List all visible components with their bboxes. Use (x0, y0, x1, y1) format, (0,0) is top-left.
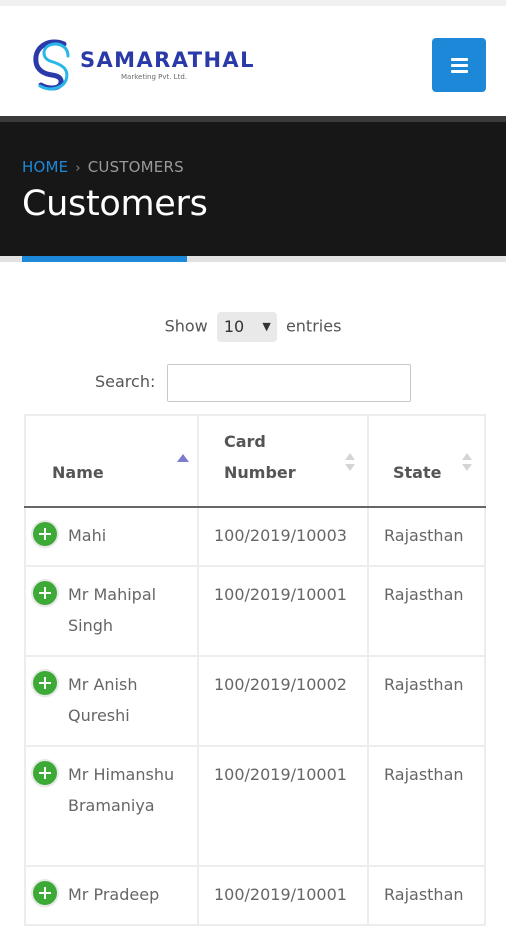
expand-row-plus-icon[interactable] (33, 581, 57, 605)
breadcrumb: HOME › CUSTOMERS (22, 158, 184, 176)
logo-mark-icon (33, 39, 70, 91)
cell-name: Mahi (24, 506, 199, 567)
table-row: Mahi 100/2019/10003 Rajasthan (24, 506, 486, 567)
cell-name: Mr Himanshu Bramaniya (24, 745, 199, 867)
table-row: Mr Mahipal Singh 100/2019/10001 Rajastha… (24, 565, 486, 657)
cell-name: Mr Mahipal Singh (24, 565, 199, 657)
expand-row-plus-icon[interactable] (33, 761, 57, 785)
sort-both-icon (462, 453, 474, 473)
show-label: Show (164, 316, 208, 336)
cell-state: Rajasthan (367, 655, 486, 747)
column-header-state[interactable]: State (367, 414, 486, 508)
expand-row-plus-icon[interactable] (33, 881, 57, 905)
cell-state: Rajasthan (367, 565, 486, 657)
search-label: Search: (95, 372, 156, 391)
cell-card-number: 100/2019/10002 (197, 655, 369, 747)
expand-row-plus-icon[interactable] (33, 522, 57, 546)
table-row: Mr Anish Qureshi 100/2019/10002 Rajastha… (24, 655, 486, 747)
entries-select-value: 10 (223, 317, 245, 336)
page-banner: HOME › CUSTOMERS Customers (0, 122, 506, 256)
expand-row-plus-icon[interactable] (33, 671, 57, 695)
menu-toggle-button[interactable] (432, 38, 486, 92)
page-title: Customers (22, 184, 208, 224)
breadcrumb-current: CUSTOMERS (87, 158, 184, 176)
logo-subtitle: Marketing Pvt. Ltd. (121, 73, 187, 81)
banner-accent-bar (22, 256, 187, 262)
cell-card-number: 100/2019/10001 (197, 865, 369, 926)
cell-state: Rajasthan (367, 865, 486, 926)
entries-select[interactable]: 10 ▼ (216, 312, 277, 342)
cell-name: Mr Anish Qureshi (24, 655, 199, 747)
cell-state: Rajasthan (367, 745, 486, 867)
search-input[interactable] (167, 364, 411, 402)
cell-name: Mr Pradeep (24, 865, 199, 926)
breadcrumb-separator-icon: › (75, 161, 81, 176)
sort-both-icon (345, 453, 357, 473)
logo-name: SAMARATHAL (80, 48, 255, 72)
cell-state: Rajasthan (367, 506, 486, 567)
cell-card-number: 100/2019/10001 (197, 745, 369, 867)
caret-down-icon: ▼ (262, 320, 271, 333)
customers-table: Name Card Number State Mahi 100/2019/100… (24, 414, 486, 926)
sort-ascending-icon (177, 454, 189, 462)
entries-length-control: Show 10 ▼ entries (0, 312, 506, 342)
table-row: Mr Himanshu Bramaniya 100/2019/10001 Raj… (24, 745, 486, 867)
company-logo[interactable]: SAMARATHAL Marketing Pvt. Ltd. (30, 36, 253, 92)
table-header-row: Name Card Number State (24, 414, 486, 508)
column-header-card-number[interactable]: Card Number (197, 414, 369, 508)
entries-label: entries (285, 316, 342, 336)
table-row: Mr Pradeep 100/2019/10001 Rajasthan (24, 865, 486, 926)
cell-card-number: 100/2019/10001 (197, 565, 369, 657)
column-header-name[interactable]: Name (24, 414, 199, 508)
cell-card-number: 100/2019/10003 (197, 506, 369, 567)
hamburger-icon (451, 58, 468, 61)
breadcrumb-home-link[interactable]: HOME (22, 158, 68, 176)
site-header: SAMARATHAL Marketing Pvt. Ltd. (0, 6, 506, 116)
